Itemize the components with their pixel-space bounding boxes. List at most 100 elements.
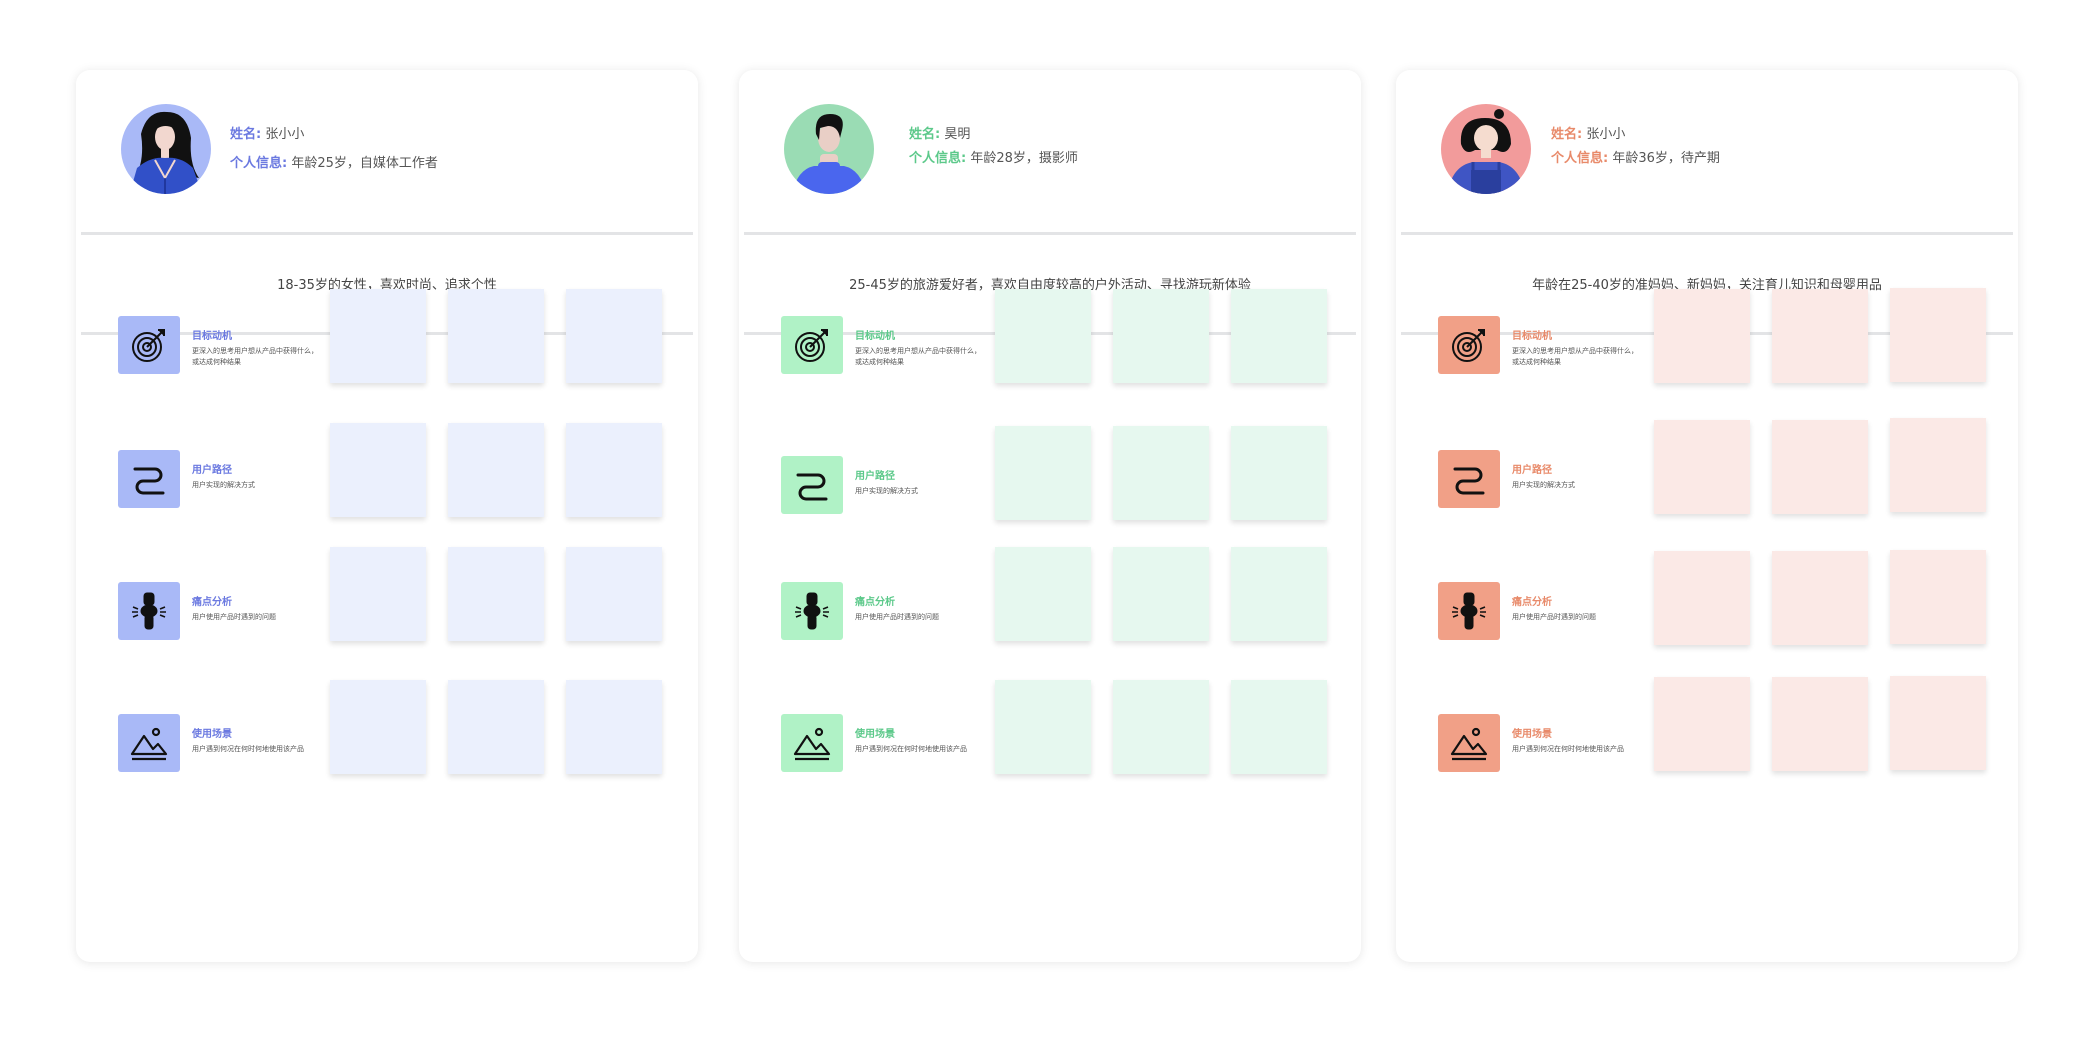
sticky-note[interactable] bbox=[1890, 418, 1986, 512]
sticky-note[interactable] bbox=[1113, 547, 1209, 641]
section-title: 使用场景 bbox=[1512, 729, 1552, 740]
persona-board: 姓名: 张小小 个人信息: 年龄25岁，自媒体工作者 18-35岁的女性，喜欢时… bbox=[0, 0, 2088, 1046]
section-title: 目标动机 bbox=[1512, 331, 1552, 342]
section-description: 用户实现的解决方式 bbox=[855, 487, 918, 495]
section-title: 使用场景 bbox=[192, 729, 232, 740]
section-description: 用户使用产品时遇到的问题 bbox=[855, 613, 939, 621]
name-value: 张小小 bbox=[1586, 127, 1626, 142]
section-text: 使用场景 用户遇到何况在何时何地使用该产品 bbox=[855, 728, 985, 755]
landscape-icon bbox=[781, 714, 843, 772]
woman-long-hair-avatar-icon bbox=[121, 104, 211, 194]
sticky-note[interactable] bbox=[1772, 551, 1868, 645]
sticky-note[interactable] bbox=[995, 547, 1091, 641]
sticky-note[interactable] bbox=[1113, 680, 1209, 774]
section-text: 使用场景 用户遇到何况在何时何地使用该产品 bbox=[1512, 728, 1642, 755]
section-text: 用户路径 用户实现的解决方式 bbox=[1512, 464, 1642, 491]
sticky-note[interactable] bbox=[566, 289, 662, 383]
section-text: 目标动机 更深入的思考用户想从产品中获得什么，或达成何种结果 bbox=[1512, 330, 1642, 368]
section-description: 用户使用产品时遇到的问题 bbox=[192, 613, 276, 621]
landscape-icon bbox=[1438, 714, 1500, 772]
sticky-note[interactable] bbox=[1113, 289, 1209, 383]
joint-pain-icon bbox=[781, 582, 843, 640]
sticky-note[interactable] bbox=[1113, 426, 1209, 520]
sticky-note[interactable] bbox=[1231, 680, 1327, 774]
sticky-note[interactable] bbox=[1772, 677, 1868, 771]
divider bbox=[1401, 232, 2013, 235]
section-description: 更深入的思考用户想从产品中获得什么，或达成何种结果 bbox=[855, 347, 981, 366]
info-label: 个人信息: bbox=[230, 156, 288, 171]
section-description: 更深入的思考用户想从产品中获得什么，或达成何种结果 bbox=[192, 347, 318, 366]
section-description: 用户遇到何况在何时何地使用该产品 bbox=[855, 745, 967, 753]
persona-card: 姓名: 张小小 个人信息: 年龄25岁，自媒体工作者 18-35岁的女性，喜欢时… bbox=[76, 70, 698, 962]
sticky-note[interactable] bbox=[1654, 551, 1750, 645]
section-title: 痛点分析 bbox=[1512, 597, 1552, 608]
sticky-note[interactable] bbox=[995, 426, 1091, 520]
landscape-icon bbox=[118, 714, 180, 772]
divider bbox=[744, 232, 1356, 235]
sticky-note[interactable] bbox=[448, 547, 544, 641]
name-label: 姓名: bbox=[230, 127, 262, 142]
section-title: 使用场景 bbox=[855, 729, 895, 740]
persona-card: 姓名: 昊明 个人信息: 年龄28岁，摄影师 25-45岁的旅游爱好者，喜欢自由… bbox=[739, 70, 1361, 962]
section-description: 用户使用产品时遇到的问题 bbox=[1512, 613, 1596, 621]
woman-bun-overalls-avatar-icon bbox=[1441, 104, 1531, 194]
info-label: 个人信息: bbox=[909, 151, 967, 166]
sticky-note[interactable] bbox=[1772, 420, 1868, 514]
name-label: 姓名: bbox=[909, 127, 941, 142]
name-row: 姓名: 张小小 bbox=[230, 124, 438, 146]
target-icon bbox=[118, 316, 180, 374]
path-icon bbox=[118, 450, 180, 508]
sticky-note[interactable] bbox=[330, 547, 426, 641]
sticky-note[interactable] bbox=[330, 680, 426, 774]
sticky-note[interactable] bbox=[330, 289, 426, 383]
sticky-note[interactable] bbox=[1231, 426, 1327, 520]
sticky-note[interactable] bbox=[566, 423, 662, 517]
section-text: 使用场景 用户遇到何况在何时何地使用该产品 bbox=[192, 728, 322, 755]
sticky-note[interactable] bbox=[330, 423, 426, 517]
section-description: 用户遇到何况在何时何地使用该产品 bbox=[1512, 745, 1624, 753]
info-row: 个人信息: 年龄36岁，待产期 bbox=[1551, 148, 1720, 170]
sticky-note[interactable] bbox=[1890, 288, 1986, 382]
joint-pain-icon bbox=[1438, 582, 1500, 640]
section-text: 目标动机 更深入的思考用户想从产品中获得什么，或达成何种结果 bbox=[192, 330, 322, 368]
name-row: 姓名: 张小小 bbox=[1551, 124, 1720, 146]
name-value: 昊明 bbox=[944, 127, 971, 142]
sticky-note[interactable] bbox=[566, 680, 662, 774]
sticky-note[interactable] bbox=[1654, 420, 1750, 514]
sticky-note[interactable] bbox=[1654, 289, 1750, 383]
sticky-note[interactable] bbox=[1890, 550, 1986, 644]
name-row: 姓名: 昊明 bbox=[909, 124, 1078, 146]
joint-pain-icon bbox=[118, 582, 180, 640]
section-title: 用户路径 bbox=[855, 471, 895, 482]
name-label: 姓名: bbox=[1551, 127, 1583, 142]
section-text: 用户路径 用户实现的解决方式 bbox=[855, 470, 985, 497]
target-icon bbox=[781, 316, 843, 374]
man-turtleneck-avatar-icon bbox=[784, 104, 874, 194]
sticky-note[interactable] bbox=[1231, 289, 1327, 383]
persona-card: 姓名: 张小小 个人信息: 年龄36岁，待产期 年龄在25-40岁的准妈妈、新妈… bbox=[1396, 70, 2018, 962]
sticky-note[interactable] bbox=[448, 423, 544, 517]
sticky-note[interactable] bbox=[1231, 547, 1327, 641]
section-title: 用户路径 bbox=[192, 465, 232, 476]
section-description: 用户实现的解决方式 bbox=[1512, 481, 1575, 489]
info-row: 个人信息: 年龄25岁，自媒体工作者 bbox=[230, 153, 438, 175]
sticky-note[interactable] bbox=[1772, 289, 1868, 383]
section-title: 目标动机 bbox=[192, 331, 232, 342]
sticky-note[interactable] bbox=[448, 289, 544, 383]
info-label: 个人信息: bbox=[1551, 151, 1609, 166]
persona-info: 姓名: 张小小 个人信息: 年龄36岁，待产期 bbox=[1551, 124, 1720, 170]
sticky-note[interactable] bbox=[566, 547, 662, 641]
section-description: 用户实现的解决方式 bbox=[192, 481, 255, 489]
section-text: 痛点分析 用户使用产品时遇到的问题 bbox=[1512, 596, 1642, 623]
info-row: 个人信息: 年龄28岁，摄影师 bbox=[909, 148, 1078, 170]
sticky-note[interactable] bbox=[448, 680, 544, 774]
sticky-note[interactable] bbox=[1654, 677, 1750, 771]
section-title: 痛点分析 bbox=[192, 597, 232, 608]
sticky-note[interactable] bbox=[995, 289, 1091, 383]
name-value: 张小小 bbox=[265, 127, 305, 142]
sticky-note[interactable] bbox=[1890, 676, 1986, 770]
info-value: 年龄36岁，待产期 bbox=[1612, 151, 1720, 166]
sticky-note[interactable] bbox=[995, 680, 1091, 774]
path-icon bbox=[781, 456, 843, 514]
target-icon bbox=[1438, 316, 1500, 374]
